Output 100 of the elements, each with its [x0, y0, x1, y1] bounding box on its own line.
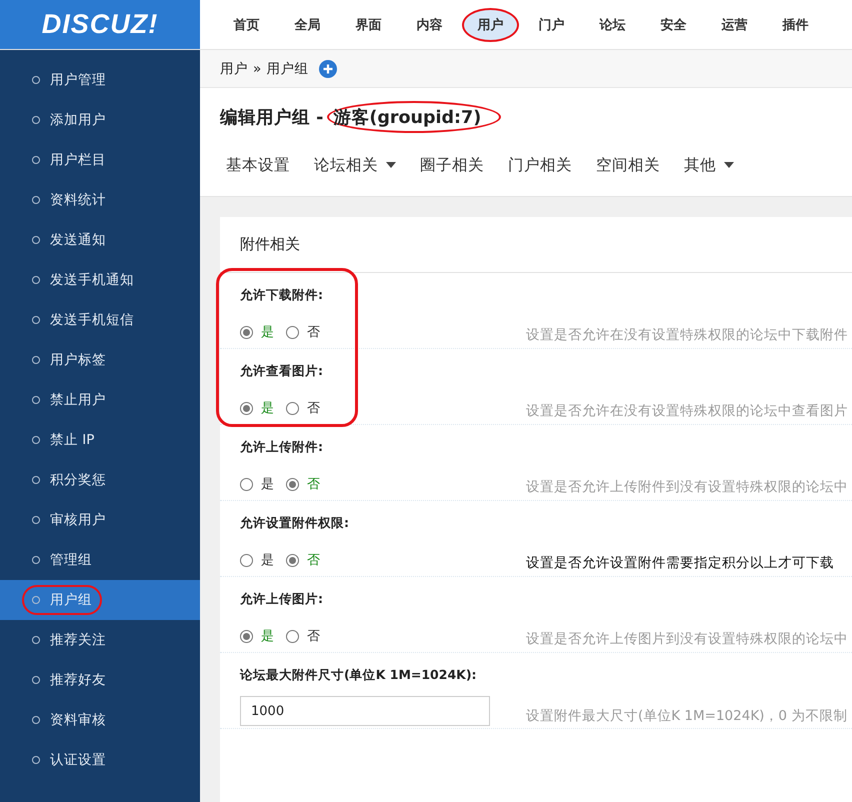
nav-tab[interactable]: 用户 — [462, 8, 519, 42]
circle-icon — [32, 436, 40, 444]
circle-icon — [32, 636, 40, 644]
sidebar-item[interactable]: 发送手机短信 — [0, 300, 200, 340]
setting-label: 论坛最大附件尺寸(单位K 1M=1024K): — [240, 667, 478, 684]
nav-tab[interactable]: 安全 — [645, 8, 702, 42]
radio-button[interactable] — [286, 478, 299, 490]
sidebar-label: 添加用户 — [50, 111, 106, 129]
tab[interactable]: 空间相关 — [590, 154, 666, 176]
radio-label: 是 — [261, 400, 274, 417]
circle-icon — [32, 596, 40, 604]
sidebar-label: 推荐好友 — [50, 671, 106, 689]
nav-tab[interactable]: 内容 — [401, 8, 458, 42]
circle-icon — [32, 76, 40, 84]
radio-button[interactable] — [240, 326, 253, 338]
radio-button[interactable] — [286, 326, 299, 338]
breadcrumb-link[interactable]: 用户组 — [266, 60, 308, 78]
sidebar-item[interactable]: 添加用户 — [0, 100, 200, 140]
sidebar-item[interactable]: 发送手机通知 — [0, 260, 200, 300]
radio-label: 是 — [261, 628, 274, 645]
group-name: 游客(groupid:7) — [327, 101, 502, 133]
sidebar-label: 管理组 — [50, 551, 92, 569]
sidebar-item[interactable]: 管理组 — [0, 540, 200, 580]
radio-label: 是 — [261, 476, 274, 493]
radio-label: 否 — [307, 400, 320, 417]
section-title: 附件相关 — [220, 217, 852, 273]
radio-label: 是 — [261, 324, 274, 341]
setting-description: 设置是否允许在没有设置特殊权限的论坛中查看图片 — [526, 402, 848, 420]
sidebar-item[interactable]: 用户组 — [0, 580, 200, 620]
tab[interactable]: 论坛相关 — [308, 154, 402, 176]
circle-icon — [32, 236, 40, 244]
radio-button[interactable] — [286, 630, 299, 642]
sidebar-label: 用户组 — [50, 591, 92, 609]
plus-icon[interactable] — [319, 60, 338, 78]
radio-label: 是 — [261, 552, 274, 569]
sidebar-item[interactable]: 禁止用户 — [0, 380, 200, 420]
radio-button[interactable] — [240, 478, 253, 490]
sidebar-label: 禁止用户 — [50, 391, 106, 409]
sidebar-label: 积分奖惩 — [50, 471, 106, 489]
circle-icon — [32, 476, 40, 484]
circle-icon — [32, 396, 40, 404]
circle-icon — [32, 116, 40, 124]
nav-tab[interactable]: 插件 — [767, 8, 824, 42]
circle-icon — [32, 196, 40, 204]
sidebar-label: 认证设置 — [50, 751, 106, 769]
circle-icon — [32, 556, 40, 564]
breadcrumb-link[interactable]: 用户 — [220, 60, 248, 78]
page-title: 编辑用户组 - — [220, 106, 324, 129]
setting-description: 设置附件最大尺寸(单位K 1M=1024K)，0 为不限制 — [526, 707, 848, 725]
input-field[interactable]: 1000 — [240, 696, 490, 726]
tab[interactable]: 基本设置 — [220, 154, 296, 176]
sidebar-label: 用户栏目 — [50, 151, 106, 169]
setting-label: 允许下载附件: — [240, 287, 324, 304]
nav-tab[interactable]: 全局 — [279, 8, 336, 42]
sidebar-item[interactable]: 禁止 IP — [0, 420, 200, 460]
tab[interactable]: 其他 — [678, 154, 740, 176]
sidebar-label: 用户标签 — [50, 351, 106, 369]
setting-description: 设置是否允许上传图片到没有设置特殊权限的论坛中 — [526, 630, 848, 648]
circle-icon — [32, 676, 40, 684]
circle-icon — [32, 316, 40, 324]
sidebar-item[interactable]: 审核用户 — [0, 500, 200, 540]
radio-label: 否 — [307, 476, 320, 493]
radio-label: 否 — [307, 552, 320, 569]
radio-button[interactable] — [240, 402, 253, 414]
setting-label: 允许上传图片: — [240, 591, 324, 608]
nav-tab[interactable]: 首页 — [218, 8, 275, 42]
sidebar-item[interactable]: 用户栏目 — [0, 140, 200, 180]
setting-label: 允许设置附件权限: — [240, 515, 350, 532]
sidebar-label: 发送手机短信 — [50, 311, 134, 329]
radio-button[interactable] — [286, 402, 299, 414]
tab[interactable]: 门户相关 — [502, 154, 578, 176]
sidebar-label: 禁止 IP — [50, 431, 94, 449]
sidebar-item[interactable]: 发送通知 — [0, 220, 200, 260]
nav-tab[interactable]: 门户 — [523, 8, 580, 42]
sidebar-item[interactable]: 认证设置 — [0, 740, 200, 780]
sidebar-label: 发送通知 — [50, 231, 106, 249]
circle-icon — [32, 356, 40, 364]
sidebar-label: 推荐关注 — [50, 631, 106, 649]
radio-label: 否 — [307, 628, 320, 645]
sidebar-item[interactable]: 资料审核 — [0, 700, 200, 740]
sidebar-item[interactable]: 用户管理 — [0, 60, 200, 100]
circle-icon — [32, 756, 40, 764]
nav-tab[interactable]: 界面 — [340, 8, 397, 42]
sidebar-item[interactable]: 积分奖惩 — [0, 460, 200, 500]
breadcrumb-separator: » — [253, 60, 262, 76]
sidebar-item[interactable]: 用户标签 — [0, 340, 200, 380]
circle-icon — [32, 516, 40, 524]
sidebar-item[interactable]: 推荐关注 — [0, 620, 200, 660]
nav-tab[interactable]: 论坛 — [584, 8, 641, 42]
sidebar-item[interactable]: 推荐好友 — [0, 660, 200, 700]
sidebar-item[interactable]: 资料统计 — [0, 180, 200, 220]
radio-button[interactable] — [286, 554, 299, 566]
nav-tab[interactable]: 运营 — [706, 8, 763, 42]
radio-button[interactable] — [240, 630, 253, 642]
tab[interactable]: 圈子相关 — [414, 154, 490, 176]
logo[interactable]: DISCUZ! — [42, 9, 158, 40]
circle-icon — [32, 276, 40, 284]
radio-button[interactable] — [240, 554, 253, 566]
setting-description: 设置是否允许在没有设置特殊权限的论坛中下载附件 — [526, 326, 848, 344]
circle-icon — [32, 156, 40, 164]
